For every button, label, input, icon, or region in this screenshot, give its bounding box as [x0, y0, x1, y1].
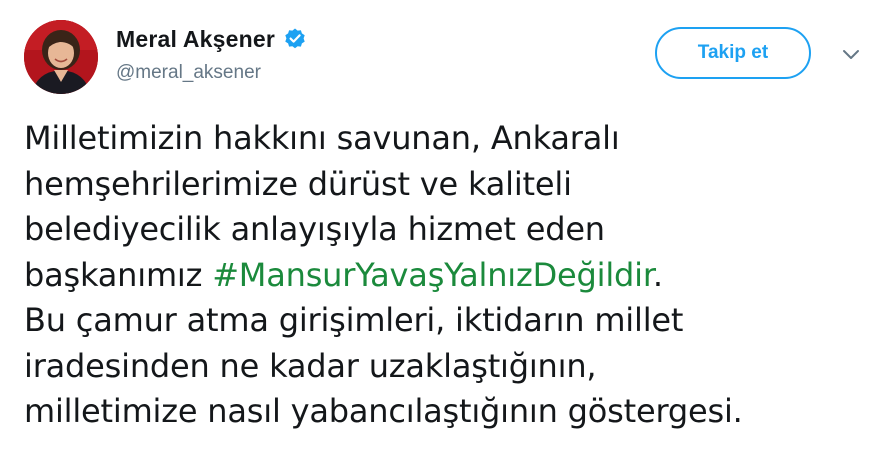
tweet-line: iradesinden ne kadar uzaklaştığının, [24, 346, 597, 385]
hashtag-link[interactable]: #MansurYavaşYalnızDeğildir [212, 256, 653, 294]
tweet-line: Bu çamur atma girişimleri, iktidarın mil… [24, 301, 684, 339]
chevron-down-icon[interactable] [838, 46, 864, 64]
tweet-line-with-hashtag: başkanımız #MansurYavaşYalnızDeğildir. [24, 253, 864, 299]
author-handle[interactable]: @meral_aksener [116, 62, 261, 84]
tweet-line: milletimize nasıl yabancılaştığının göst… [24, 392, 743, 430]
verified-badge-icon [283, 27, 307, 51]
tweet-line: belediyecilik anlayışıyla hizmet eden [24, 210, 605, 248]
author-display-name[interactable]: Meral Akşener [116, 26, 275, 53]
tweet-text: Milletimizin hakkını savunan, Ankaralı h… [24, 116, 864, 435]
tweet-line: hemşehrilerimize dürüst ve kaliteli [24, 164, 572, 203]
author-name-row: Meral Akşener [116, 24, 307, 54]
tweet-line: Milletimizin hakkını savunan, Ankaralı [24, 119, 620, 157]
follow-button[interactable]: Takip et [655, 27, 811, 79]
tweet-text-prefix: başkanımız [24, 255, 213, 294]
tweet-card: Meral Akşener @meral_aksener Takip et Mi… [0, 0, 880, 451]
profile-photo-icon [24, 20, 98, 94]
tweet-text-suffix: . [652, 255, 663, 294]
author-avatar[interactable] [24, 20, 98, 94]
